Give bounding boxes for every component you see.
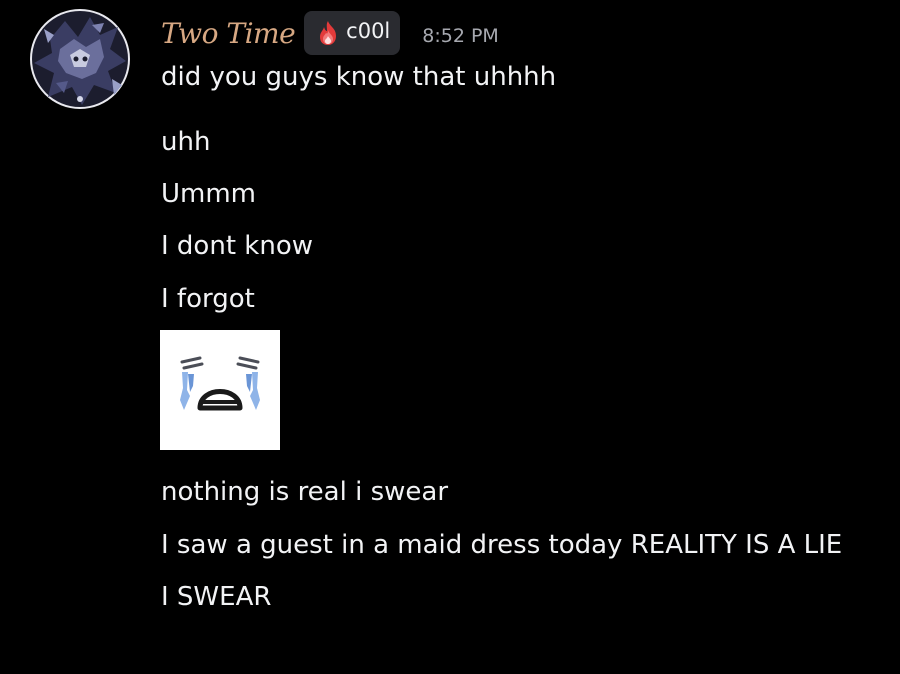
message-line: did you guys know that uhhhh (161, 62, 557, 92)
message-line: I forgot (161, 284, 255, 314)
message-line: uhh (161, 127, 211, 157)
avatar-image (30, 9, 130, 109)
message-header: Two Time c00l 8:52 PM (161, 10, 499, 56)
message-line: I dont know (161, 231, 313, 261)
crying-face-icon (180, 356, 260, 411)
message-line: I saw a guest in a maid dress today REAL… (161, 530, 843, 560)
user-avatar[interactable] (30, 9, 130, 109)
crying-face-emoji-attachment[interactable] (160, 330, 280, 450)
role-tag[interactable]: c00l (304, 11, 401, 55)
message-timestamp[interactable]: 8:52 PM (422, 25, 499, 47)
role-label: c00l (346, 19, 391, 43)
fire-icon (320, 21, 337, 45)
message-line: Ummm (161, 179, 257, 209)
message-line: I SWEAR (161, 582, 272, 612)
message-line: nothing is real i swear (161, 477, 449, 507)
author-name[interactable]: Two Time (161, 17, 296, 50)
